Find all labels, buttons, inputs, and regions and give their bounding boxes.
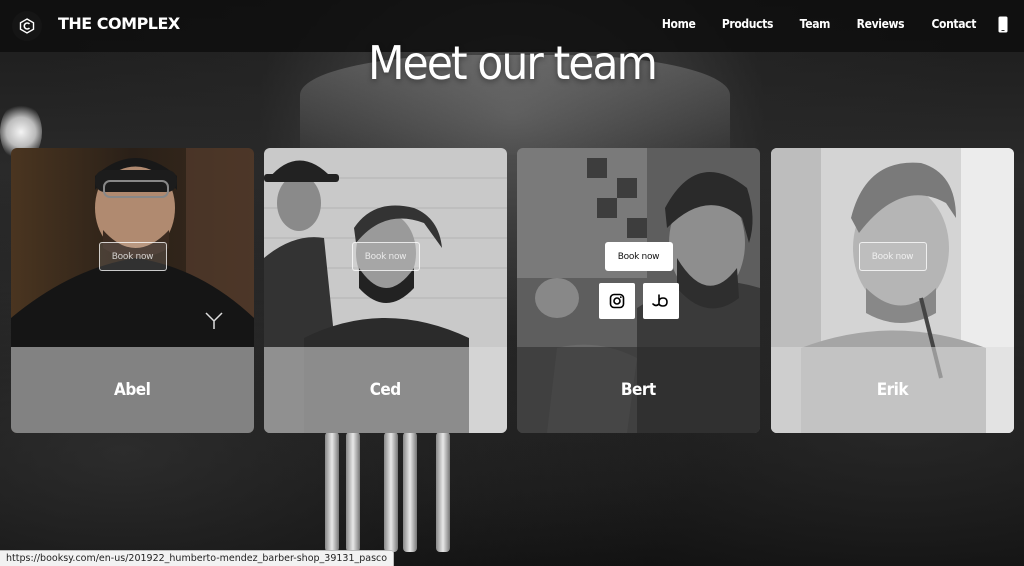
- book-now-button[interactable]: Book now: [98, 242, 167, 271]
- team-card-erik[interactable]: Book now Erik: [771, 148, 1014, 433]
- team-card-abel[interactable]: Book now Abel: [11, 148, 254, 433]
- background-comb: [403, 432, 417, 552]
- book-now-button[interactable]: Book now: [351, 242, 420, 271]
- name-band: Erik: [771, 347, 1014, 433]
- nav-home[interactable]: Home: [662, 17, 696, 31]
- barber-name: Bert: [621, 380, 656, 400]
- book-now-button[interactable]: Book now: [604, 242, 673, 271]
- booksy-icon[interactable]: [643, 283, 679, 319]
- nav-products[interactable]: Products: [722, 17, 774, 31]
- nav-reviews[interactable]: Reviews: [856, 17, 904, 31]
- name-band: Bert: [517, 347, 760, 433]
- name-band: Abel: [11, 347, 254, 433]
- nav-team[interactable]: Team: [800, 17, 831, 31]
- background-comb: [325, 432, 339, 552]
- complex-logo-icon[interactable]: [12, 11, 42, 41]
- barber-name: Abel: [114, 380, 151, 400]
- phone-icon[interactable]: [998, 16, 1008, 33]
- team-card-ced[interactable]: Book now Ced: [264, 148, 507, 433]
- instagram-icon[interactable]: [599, 283, 635, 319]
- barber-name: Erik: [876, 380, 909, 400]
- book-now-button[interactable]: Book now: [858, 242, 927, 271]
- main-nav: Home Products Team Reviews Contact: [638, 17, 978, 31]
- background-comb: [346, 432, 360, 552]
- name-band: Ced: [264, 347, 507, 433]
- nav-contact[interactable]: Contact: [931, 17, 976, 31]
- background-comb: [436, 432, 450, 552]
- link-status-bar: https://booksy.com/en-us/201922_humberto…: [0, 550, 395, 566]
- section-title: Meet our team: [367, 36, 658, 90]
- background-comb: [384, 432, 398, 552]
- barber-name: Ced: [370, 380, 401, 400]
- brand-name[interactable]: THE COMPLEX: [58, 14, 180, 33]
- team-card-bert[interactable]: Book now Bert: [517, 148, 760, 433]
